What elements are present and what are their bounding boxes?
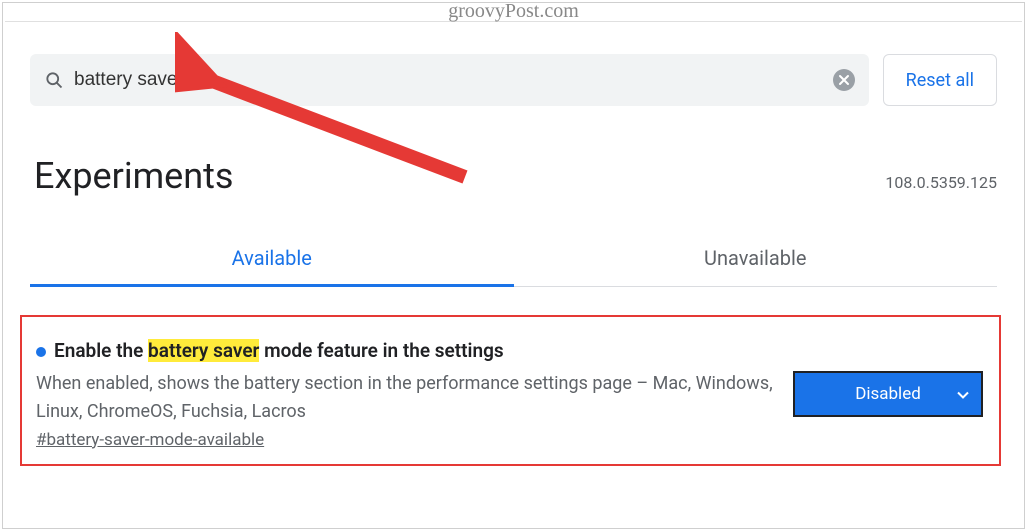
flag-title-prefix: Enable the: [54, 339, 148, 362]
chevron-down-icon: [957, 384, 969, 404]
modified-indicator-icon: [36, 347, 46, 357]
version-label: 108.0.5359.125: [885, 173, 997, 192]
clear-search-button[interactable]: [833, 69, 855, 91]
flag-item: Enable the battery saver mode feature in…: [20, 315, 1001, 466]
tab-unavailable[interactable]: Unavailable: [514, 230, 998, 286]
flag-title-suffix: mode feature in the settings: [259, 339, 503, 362]
dropdown-value: Disabled: [855, 384, 921, 404]
search-box[interactable]: [30, 54, 869, 106]
tabs: Available Unavailable: [30, 230, 997, 287]
tab-available[interactable]: Available: [30, 230, 514, 286]
flag-state-dropdown[interactable]: Disabled: [793, 371, 983, 417]
flag-content: Enable the battery saver mode feature in…: [36, 339, 777, 450]
page-title: Experiments: [34, 155, 885, 197]
flag-description: When enabled, shows the battery section …: [36, 370, 777, 426]
top-divider: [5, 5, 1022, 22]
title-row: Experiments 108.0.5359.125: [34, 155, 997, 197]
flag-title-highlight: battery saver: [148, 339, 259, 362]
flag-id-link[interactable]: #battery-saver-mode-available: [36, 430, 777, 450]
search-icon: [44, 70, 64, 90]
flag-title: Enable the battery saver mode feature in…: [36, 339, 777, 362]
header-row: Reset all: [30, 54, 997, 106]
reset-all-button[interactable]: Reset all: [883, 54, 997, 106]
search-input[interactable]: [74, 54, 823, 106]
